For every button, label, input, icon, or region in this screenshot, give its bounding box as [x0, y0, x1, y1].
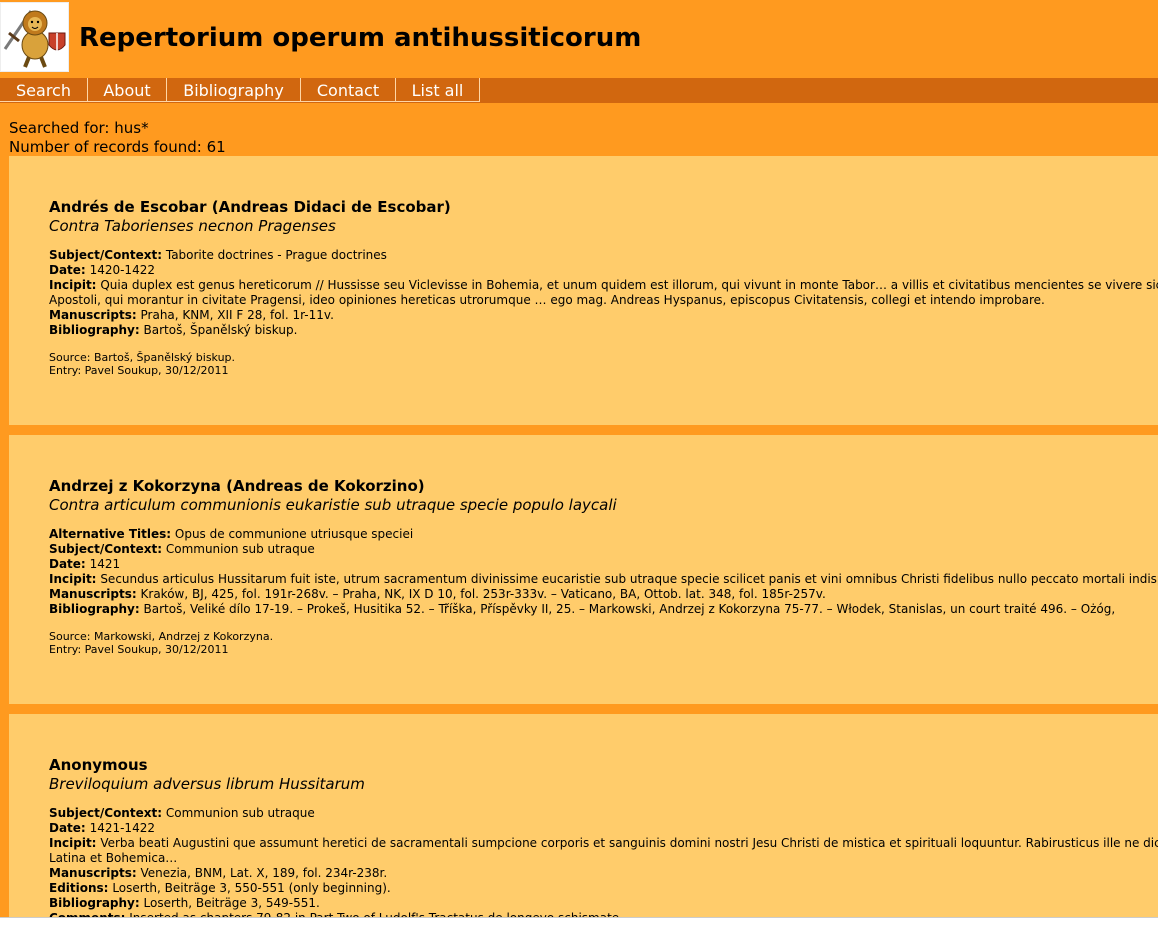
date-field: Date: 1420-1422 [49, 263, 155, 277]
record-author[interactable]: Anonymous [49, 756, 1158, 775]
record-author[interactable]: Andrzej z Kokorzyna (Andreas de Kokorzin… [49, 477, 1158, 496]
record-card: Andrzej z Kokorzyna (Andreas de Kokorzin… [9, 435, 1158, 704]
record-meta: Source: Markowski, Andrzej z Kokorzyna. … [49, 630, 1158, 656]
incipit-field: Incipit: Quia duplex est genus hereticor… [49, 278, 1158, 307]
knight-lion-logo-icon[interactable] [0, 2, 69, 72]
records-found-text: Number of records found: 61 [9, 138, 226, 156]
record-entry: Entry: Pavel Soukup, 30/12/2011 [49, 364, 229, 377]
record-entry: Entry: Pavel Soukup, 30/12/2011 [49, 643, 229, 656]
nav-about[interactable]: About [88, 78, 167, 102]
record-card: Andrés de Escobar (Andreas Didaci de Esc… [9, 156, 1158, 425]
incipit-field: Incipit: Verba beati Augustini que assum… [49, 836, 1158, 865]
incipit-field: Incipit: Secundus articulus Hussitarum f… [49, 572, 1158, 586]
bibliography-field: Bibliography: Loserth, Beiträge 3, 549-5… [49, 896, 320, 910]
nav-list-all[interactable]: List all [396, 78, 480, 102]
alt-titles-field: Alternative Titles: Opus de communione u… [49, 527, 414, 541]
bibliography-field: Bibliography: Bartoš, Španělský biskup. [49, 323, 298, 337]
subject-field: Subject/Context: Communion sub utraque [49, 806, 315, 820]
manuscripts-field: Manuscripts: Kraków, BJ, 425, fol. 191r-… [49, 587, 826, 601]
nav-contact[interactable]: Contact [301, 78, 396, 102]
subject-field: Subject/Context: Communion sub utraque [49, 542, 315, 556]
record-author[interactable]: Andrés de Escobar (Andreas Didaci de Esc… [49, 198, 1158, 217]
nav-search[interactable]: Search [0, 78, 88, 102]
record-card: Anonymous Breviloquium adversus librum H… [9, 714, 1158, 926]
search-summary: Searched for: hus* Number of records fou… [9, 119, 226, 157]
bibliography-field: Bibliography: Bartoš, Veliké dílo 17-19.… [49, 602, 1116, 616]
site-header: Repertorium operum antihussiticorum [0, 0, 1158, 78]
manuscripts-field: Manuscripts: Venezia, BNM, Lat. X, 189, … [49, 866, 388, 880]
subject-field: Subject/Context: Taborite doctrines - Pr… [49, 248, 387, 262]
record-title[interactable]: Contra Taborienses necnon Pragenses [49, 217, 1158, 236]
editions-field: Editions: Loserth, Beiträge 3, 550-551 (… [49, 881, 391, 895]
searched-for-text: Searched for: hus* [9, 119, 149, 137]
record-source: Source: Markowski, Andrzej z Kokorzyna. [49, 630, 274, 643]
manuscripts-field: Manuscripts: Praha, KNM, XII F 28, fol. … [49, 308, 334, 322]
nav-bibliography[interactable]: Bibliography [167, 78, 301, 102]
record-title[interactable]: Contra articulum communionis eukaristie … [49, 496, 1158, 515]
record-meta: Source: Bartoš, Španělský biskup. Entry:… [49, 351, 1158, 377]
main-navigation: Search About Bibliography Contact List a… [0, 78, 1158, 103]
site-title: Repertorium operum antihussiticorum [79, 23, 642, 53]
record-title[interactable]: Breviloquium adversus librum Hussitarum [49, 775, 1158, 794]
date-field: Date: 1421 [49, 557, 121, 571]
date-field: Date: 1421-1422 [49, 821, 155, 835]
record-source: Source: Bartoš, Španělský biskup. [49, 351, 236, 364]
